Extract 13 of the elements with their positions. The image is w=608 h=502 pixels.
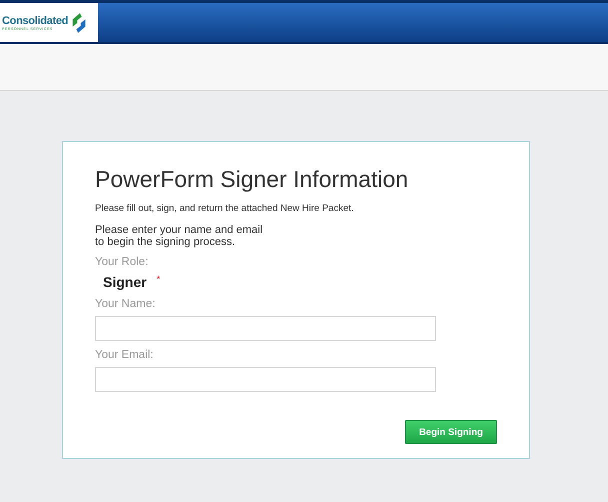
prompt-text: Please enter your name and email to begin the signing process. [95,224,264,248]
logo-name: Consolidated [2,14,68,26]
input-field[interactable] [95,367,436,392]
field-label: Your Name: [95,298,156,310]
role-label: Your Role: [95,256,150,268]
input-field[interactable] [95,316,436,341]
logo-icon [70,12,88,34]
field-label: Your Email: [95,349,154,361]
begin-signing-button[interactable]: Begin Signing [405,420,497,444]
role-value: Signer [103,274,147,290]
required-mark: * [156,274,160,284]
form-title: PowerForm Signer Information [95,166,410,193]
instructions-text: Please fill out, sign, and return the attached New Hire Packet. [95,203,355,214]
